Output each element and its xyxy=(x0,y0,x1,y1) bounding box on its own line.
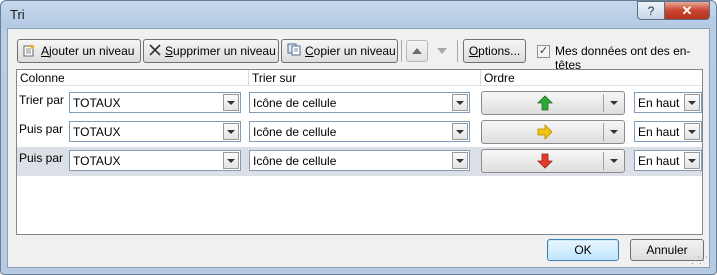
sort-on-select[interactable]: Icône de cellule xyxy=(249,92,470,113)
delete-level-accel: S xyxy=(165,44,174,58)
chevron-down-icon[interactable] xyxy=(452,94,468,111)
delete-x-icon xyxy=(149,43,161,59)
options-button[interactable]: Options... xyxy=(463,39,526,63)
headers-checkbox-label[interactable]: Mes données ont des en-têtes xyxy=(555,44,709,72)
sort-dialog: Tri ? ✕ Ajouter un niveau Supprimer un n… xyxy=(0,0,717,275)
chevron-down-icon[interactable] xyxy=(223,123,239,140)
column-select-value: TOTAUX xyxy=(73,125,121,139)
chevron-down-icon[interactable] xyxy=(223,94,239,111)
chevron-down-icon[interactable] xyxy=(684,123,700,140)
chevron-down-icon[interactable] xyxy=(452,152,468,169)
chevron-down-icon[interactable] xyxy=(452,123,468,140)
copy-level-label: opier un niveau xyxy=(313,44,396,58)
dialog-content: Ajouter un niveau Supprimer un niveau Co… xyxy=(7,28,710,268)
headers-checkbox[interactable]: ✓ xyxy=(537,45,550,58)
column-header-colonne: Colonne xyxy=(17,70,249,86)
chevron-down-icon[interactable] xyxy=(223,152,239,169)
combo-separator xyxy=(603,123,604,141)
order-icon-select[interactable] xyxy=(481,149,625,173)
move-down-button[interactable] xyxy=(431,40,453,62)
column-select[interactable]: TOTAUX xyxy=(69,150,241,171)
title-bar: Tri ? ✕ xyxy=(1,1,716,27)
sort-on-select[interactable]: Icône de cellule xyxy=(249,150,470,171)
ok-button[interactable]: OK xyxy=(547,239,619,261)
add-level-button[interactable]: Ajouter un niveau xyxy=(17,39,141,63)
add-level-icon xyxy=(23,43,37,60)
checkbox-check-icon: ✓ xyxy=(538,45,549,57)
add-level-accel: A xyxy=(41,44,50,58)
chevron-down-icon[interactable] xyxy=(610,159,618,163)
chevron-down-icon[interactable] xyxy=(610,101,618,105)
sort-on-select[interactable]: Icône de cellule xyxy=(249,121,470,142)
position-select[interactable]: En haut xyxy=(634,150,702,171)
sort-level-row-selected[interactable]: Puis par TOTAUX Icône de cellule En haut xyxy=(17,147,702,176)
add-level-label: jouter un niveau xyxy=(49,44,135,58)
order-icon-select[interactable] xyxy=(481,120,625,144)
sort-on-select-value: Icône de cellule xyxy=(253,125,337,139)
row-label: Trier par xyxy=(19,93,64,107)
options-label: ptions... xyxy=(478,44,521,58)
position-select-value: En haut xyxy=(638,154,680,168)
resize-grip-icon[interactable]: ⋰⋰ xyxy=(691,255,708,266)
sort-on-select-value: Icône de cellule xyxy=(253,154,337,168)
order-icon-select[interactable] xyxy=(481,91,625,115)
sort-level-row[interactable]: Trier par TOTAUX Icône de cellule En hau… xyxy=(17,89,702,118)
copy-level-accel: C xyxy=(305,44,314,58)
down-arrow-icon xyxy=(437,48,447,54)
dialog-title: Tri xyxy=(10,7,25,22)
position-select[interactable]: En haut xyxy=(634,121,702,142)
options-accel: O xyxy=(468,44,479,58)
delete-level-label: upprimer un niveau xyxy=(173,44,276,58)
column-select[interactable]: TOTAUX xyxy=(69,121,241,142)
combo-separator xyxy=(603,152,604,170)
column-select[interactable]: TOTAUX xyxy=(69,92,241,113)
row-label: Puis par xyxy=(19,151,64,165)
sort-levels-grid: Colonne Trier sur Ordre Trier par TOTAUX… xyxy=(16,69,703,235)
copy-icon xyxy=(287,43,301,59)
sort-on-select-value: Icône de cellule xyxy=(253,96,337,110)
chevron-down-icon[interactable] xyxy=(610,130,618,134)
help-button[interactable]: ? xyxy=(637,1,665,20)
delete-level-button[interactable]: Supprimer un niveau xyxy=(143,39,279,63)
column-select-value: TOTAUX xyxy=(73,96,121,110)
position-select[interactable]: En haut xyxy=(634,92,702,113)
chevron-down-icon[interactable] xyxy=(684,152,700,169)
sort-level-row[interactable]: Puis par TOTAUX Icône de cellule En haut xyxy=(17,118,702,147)
position-select-value: En haut xyxy=(638,96,680,110)
combo-separator xyxy=(603,94,604,112)
column-header-trier-sur: Trier sur xyxy=(249,70,481,86)
green-up-arrow-icon xyxy=(537,95,553,111)
yellow-right-arrow-icon xyxy=(537,124,553,140)
row-label: Puis par xyxy=(19,122,64,136)
close-button[interactable]: ✕ xyxy=(664,1,710,20)
headers-label-part1: Mes données ont des en- xyxy=(555,44,691,58)
move-up-button[interactable] xyxy=(406,40,428,62)
position-select-value: En haut xyxy=(638,125,680,139)
red-down-arrow-icon xyxy=(537,153,553,169)
copy-level-button[interactable]: Copier un niveau xyxy=(281,39,398,63)
up-arrow-icon xyxy=(412,48,422,54)
column-header-ordre: Ordre xyxy=(481,70,702,86)
chevron-down-icon[interactable] xyxy=(684,94,700,111)
toolbar-separator xyxy=(401,40,402,62)
column-select-value: TOTAUX xyxy=(73,154,121,168)
toolbar-separator xyxy=(457,40,458,62)
